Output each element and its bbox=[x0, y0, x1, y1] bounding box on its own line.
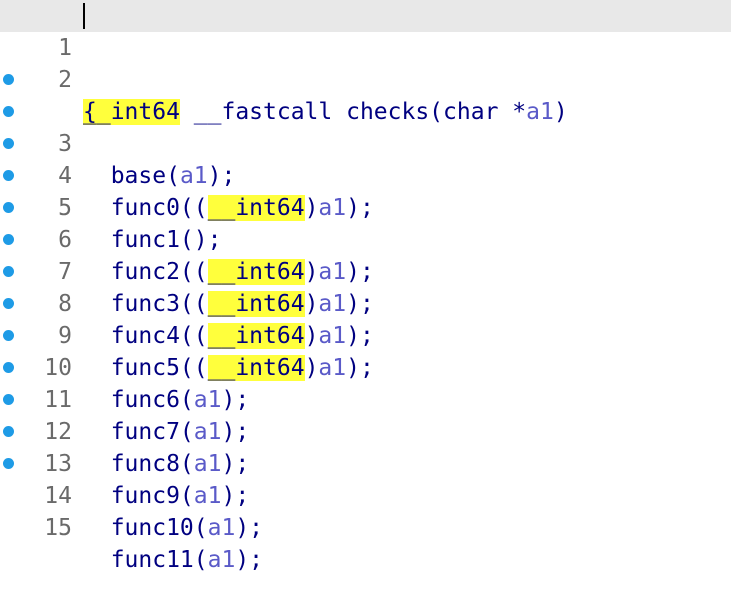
breakpoint-icon[interactable] bbox=[3, 362, 14, 373]
code-line-10[interactable]: 10 func6(a1); bbox=[0, 288, 731, 413]
breakpoint-icon[interactable] bbox=[3, 138, 14, 149]
call-end: ); bbox=[235, 515, 264, 541]
code-line-7[interactable]: 7 func3((__int64)a1); bbox=[0, 192, 731, 317]
breakpoint-icon[interactable] bbox=[3, 298, 14, 309]
code-line-12[interactable]: 12 func8(a1); bbox=[0, 352, 731, 477]
code-line-8[interactable]: 8 func4((__int64)a1); bbox=[0, 224, 731, 349]
code-line-5[interactable]: 5 func1(); bbox=[0, 128, 731, 253]
code-line-14[interactable]: 14 func10(a1); bbox=[0, 416, 731, 541]
arg-a1[interactable]: a1 bbox=[194, 483, 222, 509]
code-text: func10(a1); bbox=[83, 512, 263, 544]
text-cursor bbox=[83, 3, 85, 29]
code-line-9[interactable]: 9 func5((__int64)a1); bbox=[0, 256, 731, 381]
code-line-4[interactable]: 4 func0((__int64)a1); bbox=[0, 96, 731, 221]
code-line-15[interactable]: 15 func11(a1); bbox=[0, 448, 731, 573]
pseudocode-editor[interactable]: 1 __int64 __fastcall checks(char *a1) 2 … bbox=[0, 0, 731, 573]
breakpoint-icon[interactable] bbox=[3, 394, 14, 405]
code-line-6[interactable]: 6 func2((__int64)a1); bbox=[0, 160, 731, 285]
code-line-3[interactable]: 3 base(a1); bbox=[0, 64, 731, 189]
call-end: ); bbox=[221, 483, 250, 509]
code-line-13[interactable]: 13 func9(a1); bbox=[0, 384, 731, 509]
code-line-1[interactable]: 1 __int64 __fastcall checks(char *a1) bbox=[0, 0, 731, 125]
breakpoint-icon[interactable] bbox=[3, 266, 14, 277]
call-text[interactable]: func11( bbox=[83, 547, 208, 573]
breakpoint-icon[interactable] bbox=[3, 106, 14, 117]
code-line-11[interactable]: 11 func7(a1); bbox=[0, 320, 731, 445]
breakpoint-icon[interactable] bbox=[3, 202, 14, 213]
call-text[interactable]: func10( bbox=[83, 515, 208, 541]
code-line-2[interactable]: 2 { bbox=[0, 32, 731, 125]
breakpoint-icon[interactable] bbox=[3, 458, 14, 469]
breakpoint-icon[interactable] bbox=[3, 170, 14, 181]
call-text[interactable]: func9( bbox=[83, 483, 194, 509]
call-end: ); bbox=[235, 547, 264, 573]
arg-a1[interactable]: a1 bbox=[208, 547, 236, 573]
breakpoint-icon[interactable] bbox=[3, 426, 14, 437]
breakpoint-icon[interactable] bbox=[3, 74, 14, 85]
code-text: func9(a1); bbox=[83, 480, 250, 512]
arg-a1[interactable]: a1 bbox=[208, 515, 236, 541]
code-text: func11(a1); bbox=[83, 544, 263, 576]
breakpoint-icon[interactable] bbox=[3, 234, 14, 245]
breakpoint-icon[interactable] bbox=[3, 330, 14, 341]
line-number: 15 bbox=[44, 515, 72, 541]
